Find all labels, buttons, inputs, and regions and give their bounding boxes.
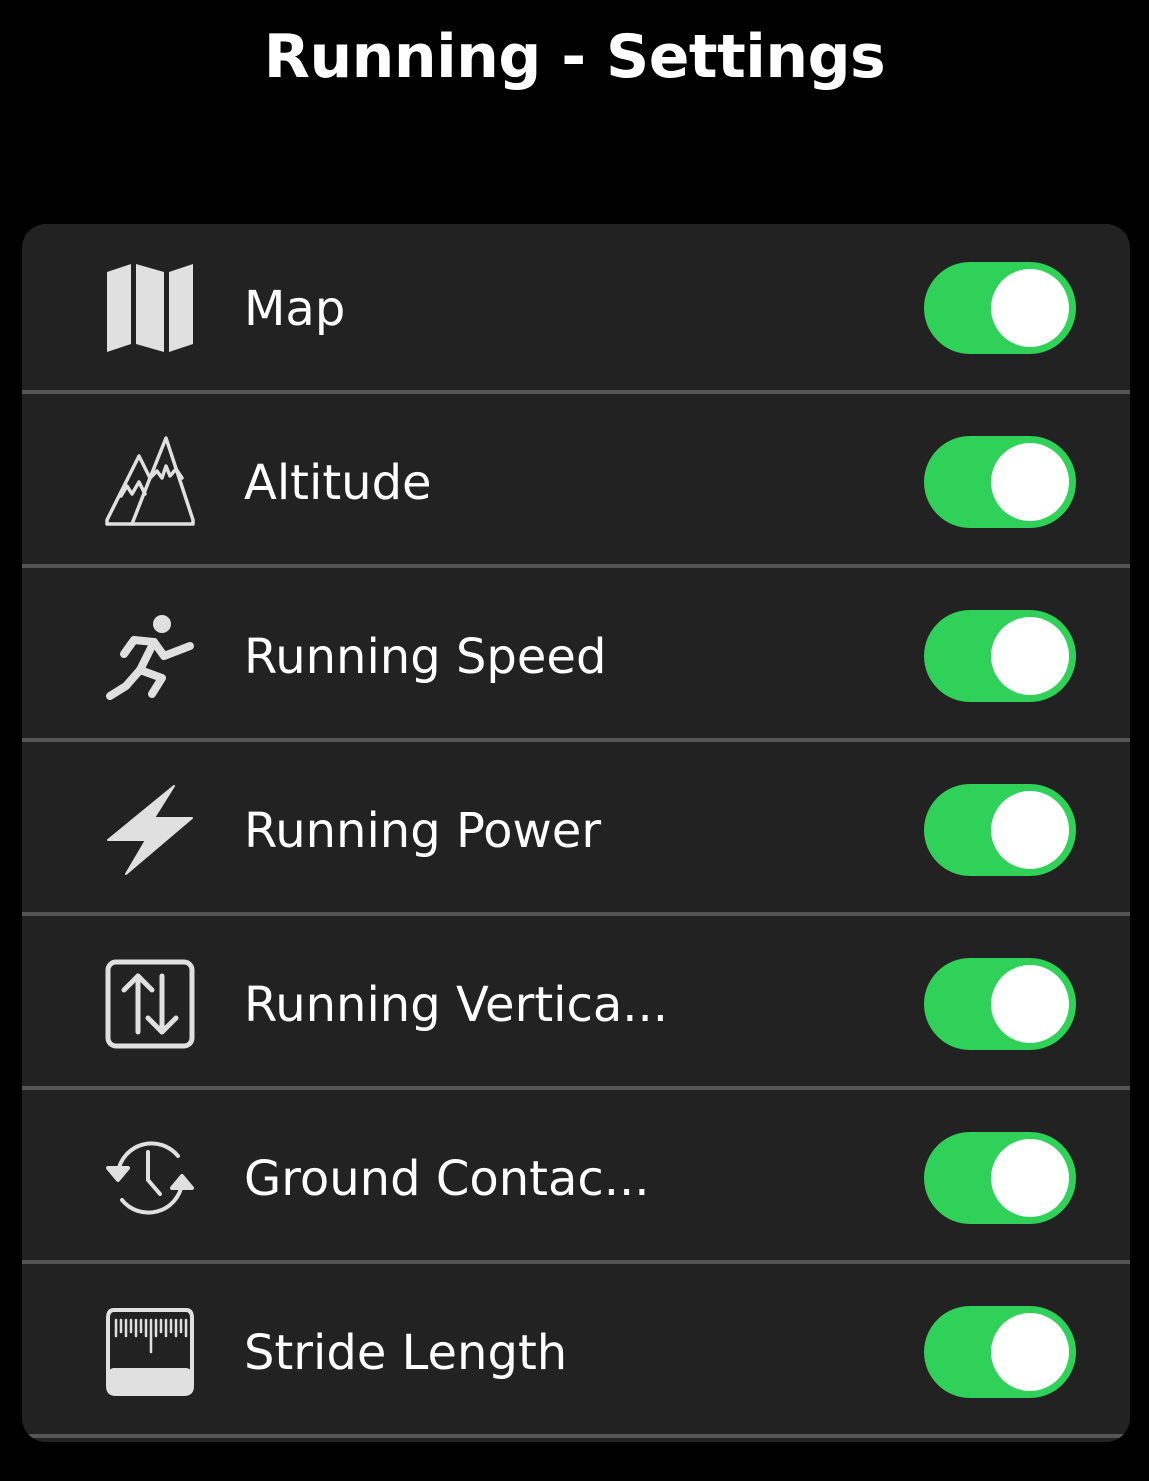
settings-row-label: Running Vertica... bbox=[244, 977, 669, 1033]
runner-icon bbox=[104, 610, 196, 702]
settings-row-ground-contact[interactable]: Ground Contac... bbox=[22, 1094, 1130, 1264]
settings-row-label: Altitude bbox=[244, 455, 432, 511]
running-speed-toggle[interactable] bbox=[924, 610, 1076, 702]
row-divider bbox=[22, 564, 1130, 568]
toggle-knob bbox=[991, 617, 1069, 695]
row-divider bbox=[22, 1434, 1130, 1438]
settings-row-running-speed[interactable]: Running Speed bbox=[22, 572, 1130, 742]
settings-row-label: Running Power bbox=[244, 803, 602, 859]
settings-row-label: Running Speed bbox=[244, 629, 607, 685]
map-icon bbox=[104, 262, 196, 354]
settings-row-running-vertical[interactable]: Running Vertica... bbox=[22, 920, 1130, 1090]
settings-row-label: Map bbox=[244, 281, 346, 337]
toggle-knob bbox=[991, 791, 1069, 869]
row-divider bbox=[22, 738, 1130, 742]
settings-row-label: Ground Contac... bbox=[244, 1151, 650, 1207]
settings-row-running-power[interactable]: Running Power bbox=[22, 746, 1130, 916]
settings-row-stride-length[interactable]: Stride Length bbox=[22, 1268, 1130, 1438]
running-vertical-toggle[interactable] bbox=[924, 958, 1076, 1050]
mountains-icon bbox=[104, 436, 196, 528]
settings-row-altitude[interactable]: Altitude bbox=[22, 398, 1130, 568]
vertical-arrows-icon bbox=[104, 958, 196, 1050]
toggle-knob bbox=[991, 269, 1069, 347]
toggle-knob bbox=[991, 1139, 1069, 1217]
stride-length-toggle[interactable] bbox=[924, 1306, 1076, 1398]
settings-row-label: Stride Length bbox=[244, 1325, 568, 1381]
lightning-bolt-icon bbox=[104, 784, 196, 876]
toggle-knob bbox=[991, 1313, 1069, 1391]
clock-cycle-icon bbox=[104, 1132, 196, 1224]
ground-contact-toggle[interactable] bbox=[924, 1132, 1076, 1224]
toggle-knob bbox=[991, 965, 1069, 1043]
row-divider bbox=[22, 912, 1130, 916]
map-toggle[interactable] bbox=[924, 262, 1076, 354]
ruler-gauge-icon bbox=[104, 1306, 196, 1398]
settings-row-map[interactable]: Map bbox=[22, 224, 1130, 394]
altitude-toggle[interactable] bbox=[924, 436, 1076, 528]
row-divider bbox=[22, 390, 1130, 394]
page-title: Running - Settings bbox=[263, 22, 886, 92]
settings-list: Map Altitude Running Speed Running Power… bbox=[22, 224, 1130, 1442]
row-divider bbox=[22, 1260, 1130, 1264]
toggle-knob bbox=[991, 443, 1069, 521]
row-divider bbox=[22, 1086, 1130, 1090]
running-power-toggle[interactable] bbox=[924, 784, 1076, 876]
